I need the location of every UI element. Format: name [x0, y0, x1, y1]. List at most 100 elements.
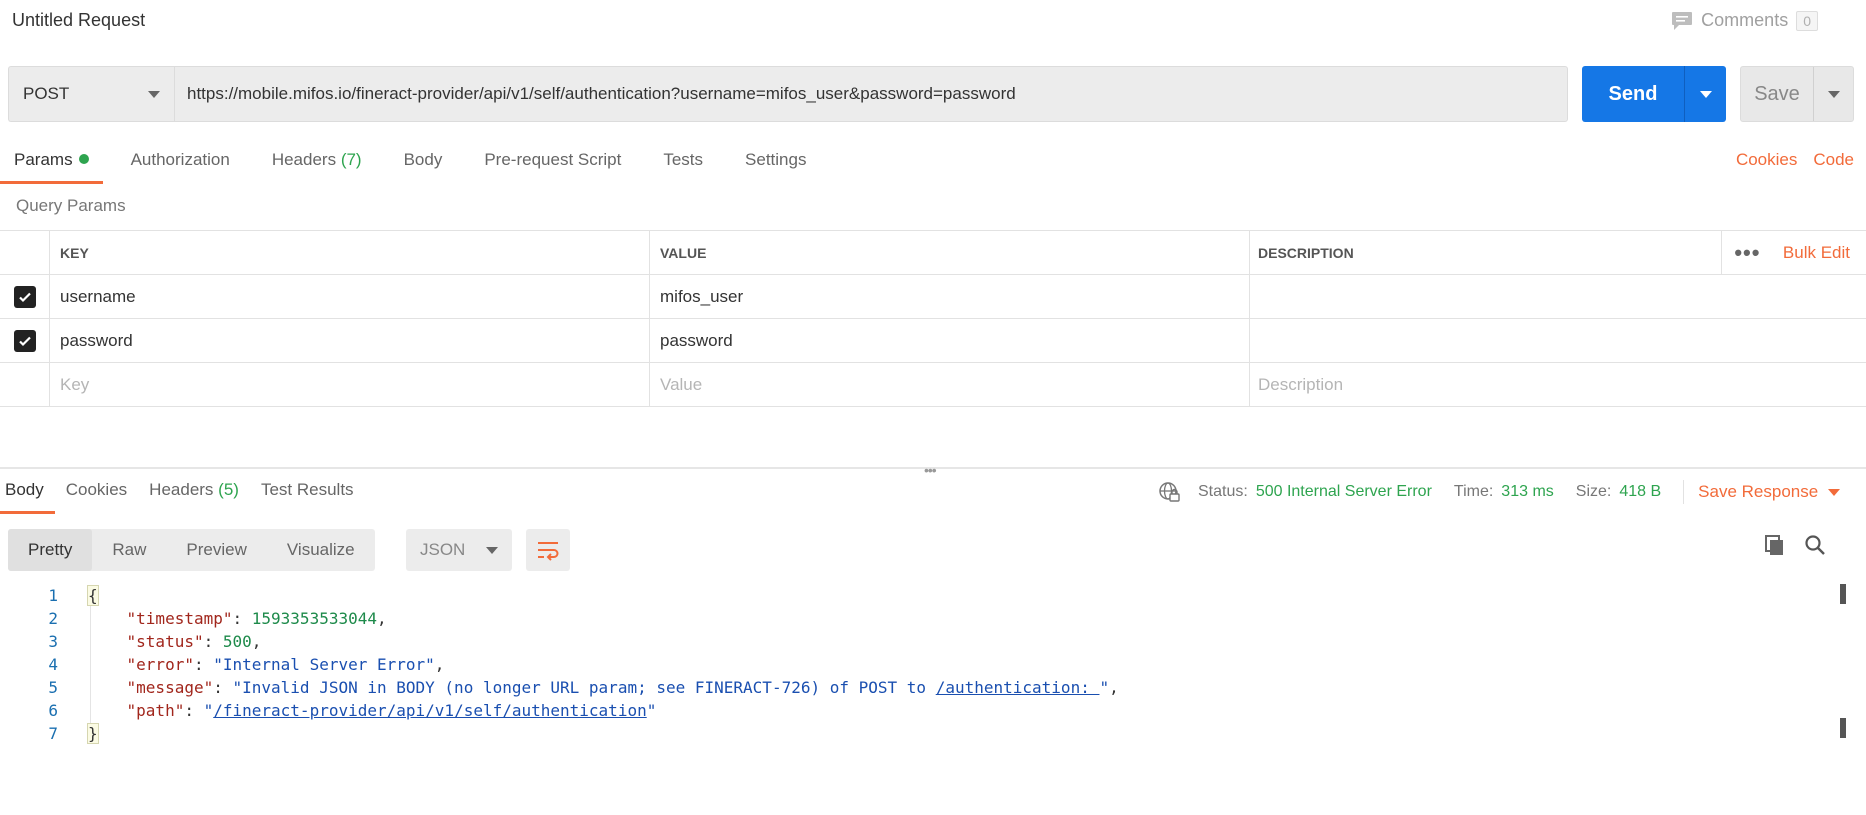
- code-line: 5 "message": "Invalid JSON in BODY (no l…: [0, 676, 1840, 699]
- save-response-button[interactable]: Save Response: [1698, 482, 1841, 502]
- tab-response-cookies[interactable]: Cookies: [61, 478, 132, 514]
- code-text: "timestamp": 1593353533044,: [126, 609, 387, 628]
- tab-response-headers[interactable]: Headers (5): [144, 478, 244, 514]
- line-number: 5: [48, 678, 58, 697]
- time-value[interactable]: 313 ms: [1501, 483, 1553, 501]
- header-description-cell: DESCRIPTION ••• Bulk Edit: [1250, 231, 1866, 274]
- chevron-down-icon: [1828, 488, 1841, 496]
- method-select[interactable]: POST: [8, 66, 174, 122]
- tab-params[interactable]: Params: [0, 146, 103, 184]
- new-param-description-input[interactable]: Description: [1250, 363, 1866, 406]
- response-headers-count: (5): [218, 480, 239, 499]
- check-icon: [18, 292, 31, 302]
- request-title[interactable]: Untitled Request: [12, 10, 145, 31]
- json-string: ": [203, 701, 214, 720]
- tab-headers[interactable]: Headers (7): [258, 146, 376, 184]
- table-row-new: Key Value Description: [0, 363, 1866, 407]
- view-raw-button[interactable]: Raw: [92, 529, 166, 571]
- format-select[interactable]: JSON: [406, 529, 512, 571]
- row-check-cell: [0, 363, 50, 406]
- scrollbar-marker-top[interactable]: [1840, 584, 1846, 604]
- json-key: "path": [126, 701, 185, 720]
- json-key: "error": [126, 655, 194, 674]
- cookies-link[interactable]: Cookies: [1736, 150, 1797, 170]
- divider: [1683, 480, 1685, 504]
- new-param-key-input[interactable]: Key: [50, 363, 650, 406]
- size-label: Size:: [1575, 483, 1612, 500]
- param-value-cell[interactable]: password: [650, 319, 1250, 362]
- wrap-lines-button[interactable]: [526, 529, 570, 571]
- code-line: 7 }: [0, 722, 1840, 745]
- comment-icon: [1672, 11, 1693, 30]
- row-check-cell: [0, 275, 50, 318]
- header-actions: ••• Bulk Edit: [1720, 231, 1866, 274]
- json-link[interactable]: /authentication:: [936, 678, 1100, 697]
- response-body-editor[interactable]: 1 { 2 "timestamp": 1593353533044, 3 "sta…: [0, 584, 1840, 745]
- globe-lock-icon[interactable]: [1158, 481, 1180, 503]
- save-button[interactable]: Save: [1741, 67, 1813, 121]
- line-number: 1: [48, 586, 58, 605]
- search-icon[interactable]: [1804, 534, 1826, 556]
- drag-handle-icon[interactable]: •••: [924, 462, 937, 478]
- tab-test-results[interactable]: Test Results: [256, 478, 359, 514]
- code-link[interactable]: Code: [1813, 150, 1854, 170]
- send-options-button[interactable]: [1684, 66, 1726, 122]
- view-pretty-button[interactable]: Pretty: [8, 529, 93, 571]
- tab-tests[interactable]: Tests: [649, 146, 717, 184]
- copy-icon[interactable]: [1764, 534, 1786, 556]
- row-checkbox[interactable]: [13, 285, 36, 308]
- status-label: Status:: [1198, 483, 1248, 500]
- tab-label: Pre-request Script: [484, 150, 622, 169]
- line-number: 2: [48, 609, 58, 628]
- comments-button[interactable]: Comments 0: [1671, 10, 1818, 31]
- header-key: KEY: [50, 231, 650, 274]
- param-description-cell[interactable]: [1250, 319, 1866, 362]
- check-icon: [18, 336, 31, 346]
- row-checkbox[interactable]: [13, 329, 36, 352]
- status-value[interactable]: 500 Internal Server Error: [1256, 483, 1432, 501]
- tab-label: Headers: [271, 150, 337, 169]
- line-number: 7: [48, 724, 58, 743]
- query-params-table: KEY VALUE DESCRIPTION ••• Bulk Edit user…: [0, 230, 1866, 407]
- code-line: 1 {: [0, 584, 1840, 607]
- tab-pre-request-script[interactable]: Pre-request Script: [470, 146, 635, 184]
- json-number: 1593353533044: [251, 609, 377, 628]
- tab-response-body[interactable]: Body: [0, 478, 55, 514]
- size-value[interactable]: 418 B: [1619, 483, 1661, 501]
- json-key: "message": [126, 678, 214, 697]
- param-key-cell[interactable]: username: [50, 275, 650, 318]
- view-visualize-button[interactable]: Visualize: [267, 529, 375, 571]
- url-input[interactable]: https://mobile.mifos.io/fineract-provide…: [174, 66, 1568, 122]
- line-number: 4: [48, 655, 58, 674]
- code-text: "error": "Internal Server Error",: [126, 655, 445, 674]
- save-options-button[interactable]: [1813, 67, 1853, 121]
- query-params-label: Query Params: [16, 196, 126, 215]
- param-description-cell[interactable]: [1250, 275, 1866, 318]
- header-check-cell: [0, 231, 50, 274]
- tab-settings[interactable]: Settings: [731, 146, 820, 184]
- param-key-cell[interactable]: password: [50, 319, 650, 362]
- tab-label: Settings: [745, 150, 807, 169]
- tab-authorization[interactable]: Authorization: [117, 146, 244, 184]
- request-right-links: Cookies Code: [1736, 150, 1854, 170]
- more-options-icon[interactable]: •••: [1720, 231, 1773, 274]
- json-string: "Invalid JSON in BODY (no longer URL par…: [232, 678, 936, 697]
- json-link[interactable]: /fineract-provider/api/v1/self/authentic…: [213, 701, 646, 720]
- code-text: }: [58, 723, 99, 744]
- code-line: 3 "status": 500,: [0, 630, 1840, 653]
- json-string: "Internal Server Error": [213, 655, 435, 674]
- bulk-edit-link[interactable]: Bulk Edit: [1773, 243, 1866, 263]
- send-button[interactable]: Send: [1582, 66, 1684, 122]
- tab-body[interactable]: Body: [390, 146, 457, 184]
- scrollbar-marker-bottom[interactable]: [1840, 718, 1846, 738]
- new-param-value-input[interactable]: Value: [650, 363, 1250, 406]
- param-value-cell[interactable]: mifos_user: [650, 275, 1250, 318]
- view-preview-button[interactable]: Preview: [166, 529, 266, 571]
- line-number: 3: [48, 632, 58, 651]
- format-label: JSON: [420, 540, 466, 559]
- table-row: username mifos_user: [0, 275, 1866, 319]
- params-active-indicator: [78, 154, 89, 164]
- response-status-bar: Status: 500 Internal Server Error Time: …: [1158, 480, 1841, 504]
- time-label: Time:: [1453, 483, 1494, 500]
- table-row: password password: [0, 319, 1866, 363]
